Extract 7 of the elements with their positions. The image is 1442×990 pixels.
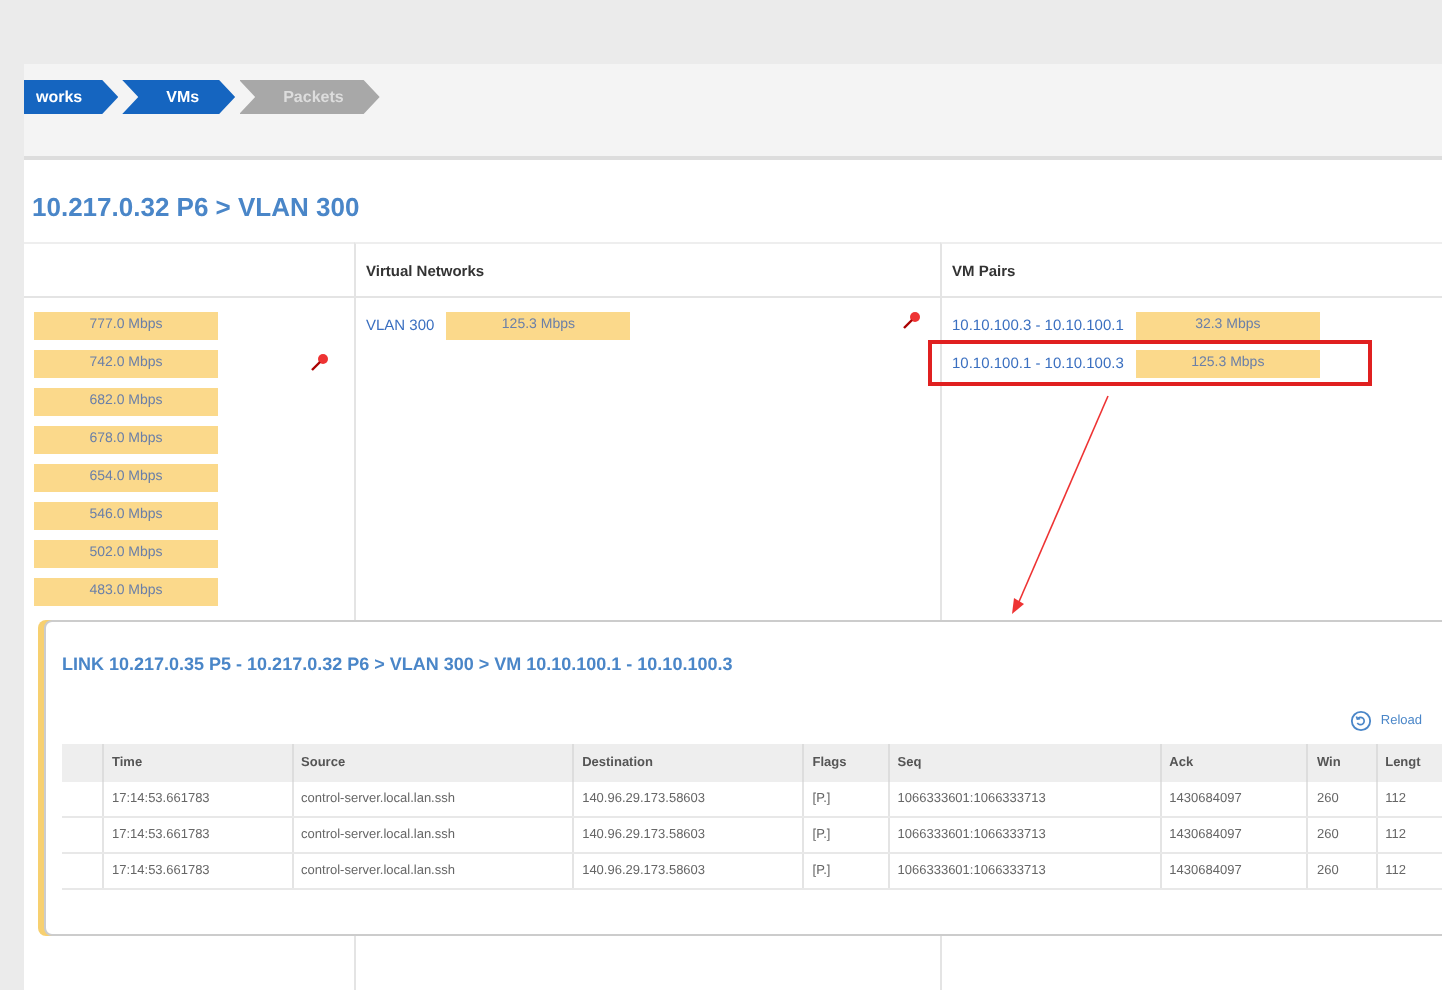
pin-icon[interactable] (902, 310, 922, 330)
page-title: 10.217.0.32 P6 > VLAN 300 (30, 190, 362, 226)
reload-icon (1350, 710, 1373, 732)
popup-title: LINK 10.217.0.35 P5 - 10.217.0.32 P6 > VLAN 300 > VM 10.10.100.1 - 10.10.100.3 (62, 654, 735, 674)
breadcrumb-step[interactable]: works (24, 80, 119, 114)
pin-icon[interactable] (310, 352, 330, 372)
breadcrumb-step[interactable]: VMs (122, 80, 236, 114)
